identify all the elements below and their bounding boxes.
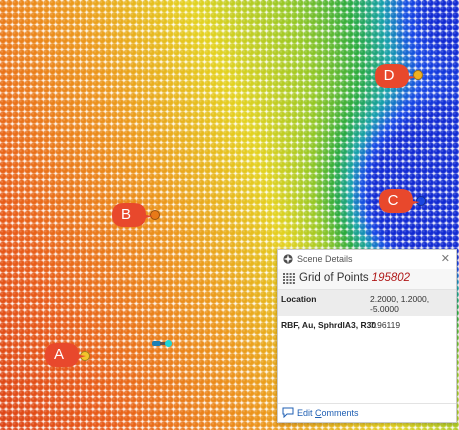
edit-comments-rest: omments xyxy=(321,408,359,418)
detail-value: 7.96119 xyxy=(370,320,401,330)
detail-key: Location xyxy=(281,294,317,304)
detail-row-rbf: RBF, Au, SphrdlA3, R30 7.96119 xyxy=(278,316,456,334)
scene-details-footer: Edit Comments xyxy=(278,403,456,422)
teal-point-cluster[interactable] xyxy=(152,340,172,347)
object-id: 195802 xyxy=(371,272,411,284)
scene-details-icon xyxy=(283,254,293,264)
edit-comments-prefix: Edit xyxy=(297,408,316,418)
object-name: Grid of Points 195802 xyxy=(299,272,410,284)
edit-comments-link[interactable]: Edit Comments xyxy=(282,407,359,419)
detail-value: 2.2000, 1.2000, -5.0000 xyxy=(370,294,430,314)
close-icon[interactable]: ✕ xyxy=(441,252,450,265)
marker-b-label: B xyxy=(120,206,131,223)
scene-details-title: Scene Details xyxy=(297,254,353,264)
detail-row-location: Location 2.2000, 1.2000, -5.0000 xyxy=(278,290,456,316)
marker-a[interactable]: A xyxy=(44,342,86,368)
comment-icon xyxy=(282,407,294,419)
marker-c-label: C xyxy=(387,192,399,209)
marker-d[interactable]: D xyxy=(374,63,416,89)
grid-of-points-icon xyxy=(283,273,295,284)
marker-b[interactable]: B xyxy=(111,202,153,228)
marker-a-label: A xyxy=(53,346,64,363)
detail-key: RBF, Au, SphrdlA3, R30 xyxy=(281,320,377,330)
object-name-text: Grid of Points xyxy=(299,272,369,284)
scene-details-panel: Scene Details ✕ Grid of Points 195802 Loc… xyxy=(277,249,457,423)
object-header: Grid of Points 195802 xyxy=(278,269,456,290)
marker-c[interactable]: C xyxy=(378,188,420,214)
marker-d-label: D xyxy=(383,67,395,84)
3d-scene-viewport[interactable]: A B C D Scene Details ✕ Grid of Points 1… xyxy=(0,0,459,430)
scene-details-titlebar: Scene Details ✕ xyxy=(278,250,456,270)
